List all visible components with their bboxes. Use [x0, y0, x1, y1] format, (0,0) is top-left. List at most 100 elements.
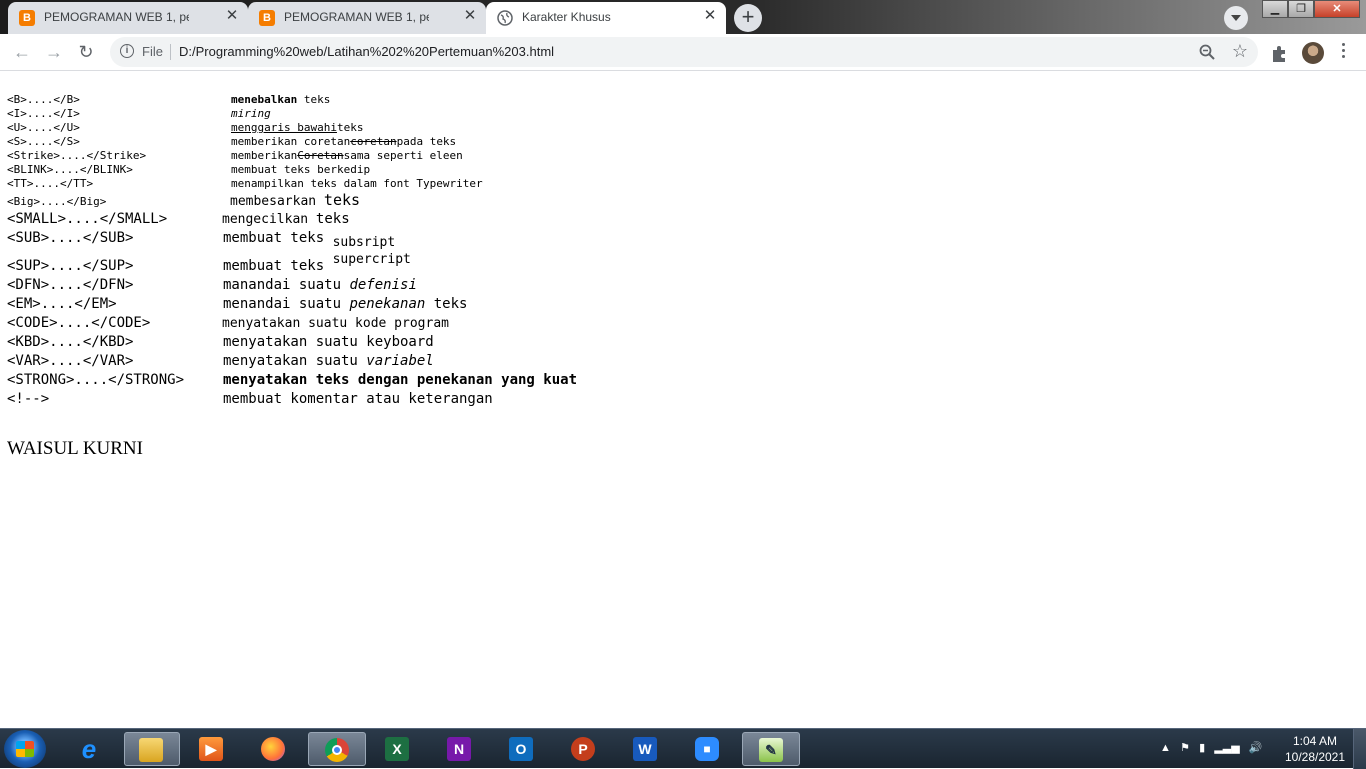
taskbar-internet-explorer[interactable]: e: [64, 732, 114, 766]
tab-title: PEMOGRAMAN WEB 1, pert 3 lati: [44, 10, 189, 24]
tag-label: <!-->: [7, 391, 50, 407]
back-button[interactable]: ←: [8, 38, 36, 66]
tag-label: <EM>....</EM>: [7, 296, 117, 312]
tag-label: <STRONG>....</STRONG>: [7, 372, 185, 388]
folder-icon: [139, 738, 163, 762]
description-text: pada teks: [396, 135, 457, 148]
taskbar-chrome[interactable]: [308, 732, 366, 766]
network-signal-icon[interactable]: ▂▃▅: [1214, 742, 1239, 754]
clock-time: 1:04 AM: [1292, 734, 1338, 748]
taskbar-zoom[interactable]: ■: [682, 732, 732, 766]
excel-icon: X: [385, 737, 409, 761]
taskbar-clock[interactable]: 1:04 AM 10/28/2021: [1282, 733, 1348, 765]
browser-toolbar: ← → ↻ i File D:/Programming%20web/Latiha…: [0, 34, 1366, 71]
tag-label: <VAR>....</VAR>: [7, 353, 134, 369]
globe-icon: [497, 10, 513, 26]
tag-label: <U>....</U>: [7, 121, 80, 134]
tag-description: memberikan coretancoretanpada teks: [231, 135, 456, 148]
tab-title: PEMOGRAMAN WEB 1, pert 3 lati: [284, 10, 429, 24]
taskbar-notepad-plus-plus[interactable]: ✎: [742, 732, 800, 766]
powerpoint-icon: P: [571, 737, 595, 761]
description-text: membuat teks: [223, 258, 333, 274]
show-hidden-icons-icon[interactable]: ▲: [1160, 742, 1171, 754]
blogger-icon: [259, 10, 275, 26]
window-close-button[interactable]: ✕: [1314, 0, 1360, 18]
taskbar-powerpoint[interactable]: P: [558, 732, 608, 766]
strike-sample: Coretan: [297, 149, 344, 162]
tag-label: <Strike>....</Strike>: [7, 149, 147, 162]
profile-avatar[interactable]: [1302, 42, 1324, 64]
menu-kebab-icon[interactable]: [1342, 43, 1346, 61]
url-text[interactable]: D:/Programming%20web/Latihan%202%20Perte…: [179, 44, 554, 59]
taskbar-outlook[interactable]: O: [496, 732, 546, 766]
maximize-button[interactable]: ❐: [1288, 0, 1314, 18]
strike-sample: coretan: [350, 135, 397, 148]
info-icon[interactable]: i: [120, 44, 134, 58]
taskbar-excel[interactable]: X: [372, 732, 422, 766]
tab-karakter-khusus[interactable]: Karakter Khusus ✕: [486, 2, 726, 34]
bold-sample: menebalkan: [231, 93, 298, 106]
outlook-icon: O: [509, 737, 533, 761]
description-text: menandai suatu: [223, 296, 350, 312]
tag-description: membesarkan teks: [230, 191, 360, 209]
underline-sample: menggaris bawahi: [231, 121, 337, 134]
scheme-label: File: [142, 44, 163, 59]
minimize-button[interactable]: ▁: [1262, 0, 1288, 18]
strong-sample: menyatakan teks dengan penekanan yang ku…: [223, 372, 578, 388]
chrome-icon: [325, 738, 349, 762]
tab-pemograman-2[interactable]: PEMOGRAMAN WEB 1, pert 3 lati ✕: [248, 2, 486, 34]
tag-description: menebalkan teks: [231, 93, 330, 106]
tag-label: <DFN>....</DFN>: [7, 277, 134, 293]
description-text: teks: [425, 296, 468, 312]
comment-description: membuat komentar atau keterangan: [223, 391, 493, 407]
em-sample: penekanan: [349, 296, 426, 312]
tab-pemograman-1[interactable]: PEMOGRAMAN WEB 1, pert 3 lati ✕: [8, 2, 248, 34]
tag-description: manandai suatu defenisi: [223, 277, 417, 293]
action-center-flag-icon[interactable]: ⚑: [1180, 742, 1190, 754]
reload-button[interactable]: ↻: [72, 38, 100, 66]
tab-search-button[interactable]: [1224, 6, 1248, 30]
system-tray: ▲ ⚑ ▮ ▂▃▅ 🔊: [1160, 741, 1263, 754]
tag-description: menandai suatu penekanan teks: [223, 296, 467, 312]
close-icon[interactable]: ✕: [702, 8, 718, 24]
author-signature: WAISUL KURNI: [7, 438, 143, 459]
onenote-icon: N: [447, 737, 471, 761]
taskbar-word[interactable]: W: [620, 732, 670, 766]
forward-button[interactable]: →: [40, 38, 68, 66]
superscript-sample: supercript: [332, 252, 411, 267]
dfn-sample: defenisi: [349, 277, 417, 293]
tag-label: <B>....</B>: [7, 93, 80, 106]
tag-description: membuat teks supercript: [223, 252, 411, 274]
battery-icon[interactable]: ▮: [1199, 742, 1205, 754]
close-icon[interactable]: ✕: [224, 8, 240, 24]
description-text: sama seperti eleen: [343, 149, 463, 162]
description-text: manandai suatu: [223, 277, 350, 293]
blogger-icon: [19, 10, 35, 26]
clock-date: 10/28/2021: [1284, 750, 1346, 764]
tag-description: mengecilkan teks: [222, 211, 350, 227]
taskbar-onenote[interactable]: N: [434, 732, 484, 766]
show-desktop-button[interactable]: [1353, 729, 1366, 769]
tag-description: memberikanCoretansama seperti eleen: [231, 149, 463, 162]
tag-label: <I>....</I>: [7, 107, 80, 120]
new-tab-button[interactable]: +: [734, 4, 762, 32]
address-bar[interactable]: i File D:/Programming%20web/Latihan%202%…: [110, 37, 1258, 67]
zoom-icon[interactable]: [1198, 43, 1216, 61]
taskbar-file-explorer[interactable]: [124, 732, 180, 766]
description-text: membesarkan: [230, 194, 324, 209]
bookmark-star-icon[interactable]: ☆: [1232, 41, 1248, 62]
tag-description: menyatakan suatu variabel: [223, 353, 434, 369]
tab-title: Karakter Khusus: [522, 10, 611, 24]
taskbar-media-player[interactable]: ▶: [186, 732, 236, 766]
description-text: teks: [336, 121, 364, 134]
tag-label: <S>....</S>: [7, 135, 80, 148]
windows-logo-icon: [16, 741, 34, 757]
taskbar-firefox[interactable]: [248, 732, 298, 766]
start-button[interactable]: [4, 730, 46, 768]
description-text: membuat teks: [223, 230, 333, 246]
subscript-sample: subsript: [332, 235, 396, 250]
tag-label: <TT>....</TT>: [7, 177, 94, 190]
extensions-puzzle-icon[interactable]: [1268, 42, 1290, 64]
close-icon[interactable]: ✕: [462, 8, 478, 24]
volume-icon[interactable]: 🔊: [1249, 742, 1263, 754]
